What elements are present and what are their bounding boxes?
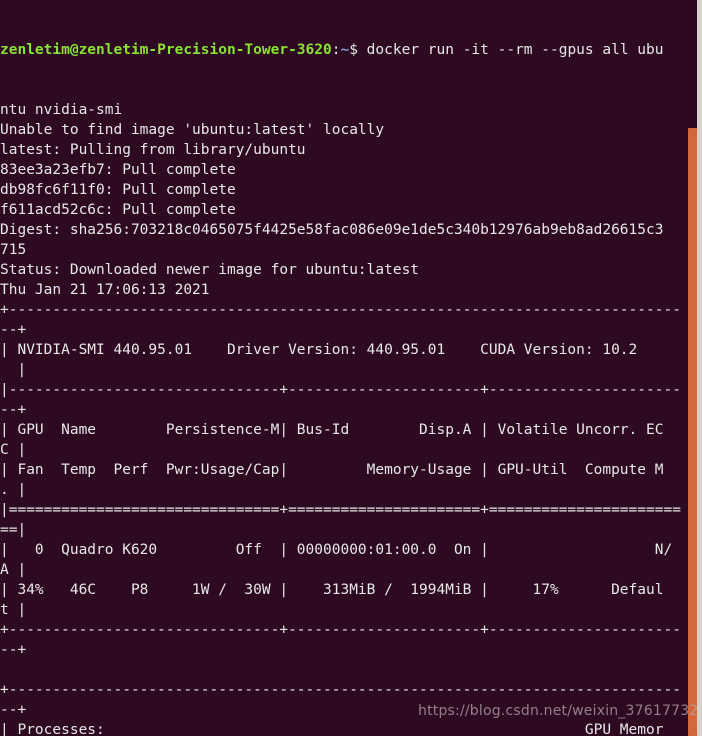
terminal-line: --+ — [0, 642, 27, 658]
prompt-line: zenletim@zenletim-Precision-Tower-3620:~… — [0, 40, 688, 60]
terminal-line: 83ee3a23efb7: Pull complete — [0, 162, 236, 178]
terminal-line: |-------------------------------+-------… — [0, 382, 681, 398]
terminal-line: A | — [0, 562, 27, 578]
terminal-line: | GPU Name Persistence-M| Bus-Id Disp.A … — [0, 422, 664, 438]
terminal-line: C | — [0, 442, 27, 458]
terminal-line: | Processes: GPU Memor — [0, 722, 664, 736]
terminal-line: Status: Downloaded newer image for ubunt… — [0, 262, 420, 278]
terminal-line: --+ — [0, 402, 27, 418]
prompt-path: ~ — [340, 42, 350, 58]
terminal-line: Digest: sha256:703218c0465075f4425e58fac… — [0, 222, 664, 238]
terminal-line: ntu nvidia-smi — [0, 102, 123, 118]
terminal-line: | 34% 46C P8 1W / 30W | 313MiB / 1994MiB… — [0, 582, 664, 598]
terminal-line: f611acd52c6c: Pull complete — [0, 202, 236, 218]
window-right-edge — [697, 0, 702, 736]
terminal-line: --+ — [0, 322, 27, 338]
prompt-user-host: zenletim@zenletim-Precision-Tower-3620 — [0, 42, 332, 58]
terminal-line: +---------------------------------------… — [0, 302, 681, 318]
terminal-line: ==| — [0, 522, 27, 538]
terminal-line: | — [0, 362, 27, 378]
terminal-line: Thu Jan 21 17:06:13 2021 — [0, 282, 210, 298]
terminal-line: . | — [0, 482, 27, 498]
terminal-line: t | — [0, 602, 27, 618]
scrollbar-thumb[interactable] — [688, 128, 697, 736]
terminal-line: | Fan Temp Perf Pwr:Usage/Cap| Memory-Us… — [0, 462, 664, 478]
terminal-window[interactable]: zenletim@zenletim-Precision-Tower-3620:~… — [0, 0, 702, 736]
terminal-line: |===============================+=======… — [0, 502, 681, 518]
prompt-sigil: $ — [349, 42, 358, 58]
watermark-text: https://blog.csdn.net/weixin_37617732 — [418, 703, 699, 719]
terminal-line: +---------------------------------------… — [0, 682, 681, 698]
terminal-line: | NVIDIA-SMI 440.95.01 Driver Version: 4… — [0, 342, 638, 358]
terminal-scrollback: ntu nvidia-smi Unable to find image 'ubun… — [0, 100, 688, 736]
terminal-line: Unable to find image 'ubuntu:latest' loc… — [0, 122, 385, 138]
terminal-line: +-------------------------------+-------… — [0, 622, 681, 638]
prompt-command: docker run -it --rm --gpus all ubu — [357, 42, 664, 58]
terminal-line: 715 — [0, 242, 27, 258]
terminal-line: db98fc6f11f0: Pull complete — [0, 182, 236, 198]
terminal-line: | 0 Quadro K620 Off | 00000000:01:00.0 O… — [0, 542, 673, 558]
terminal-line: latest: Pulling from library/ubuntu — [0, 142, 306, 158]
terminal-output-area[interactable]: zenletim@zenletim-Precision-Tower-3620:~… — [0, 0, 688, 736]
